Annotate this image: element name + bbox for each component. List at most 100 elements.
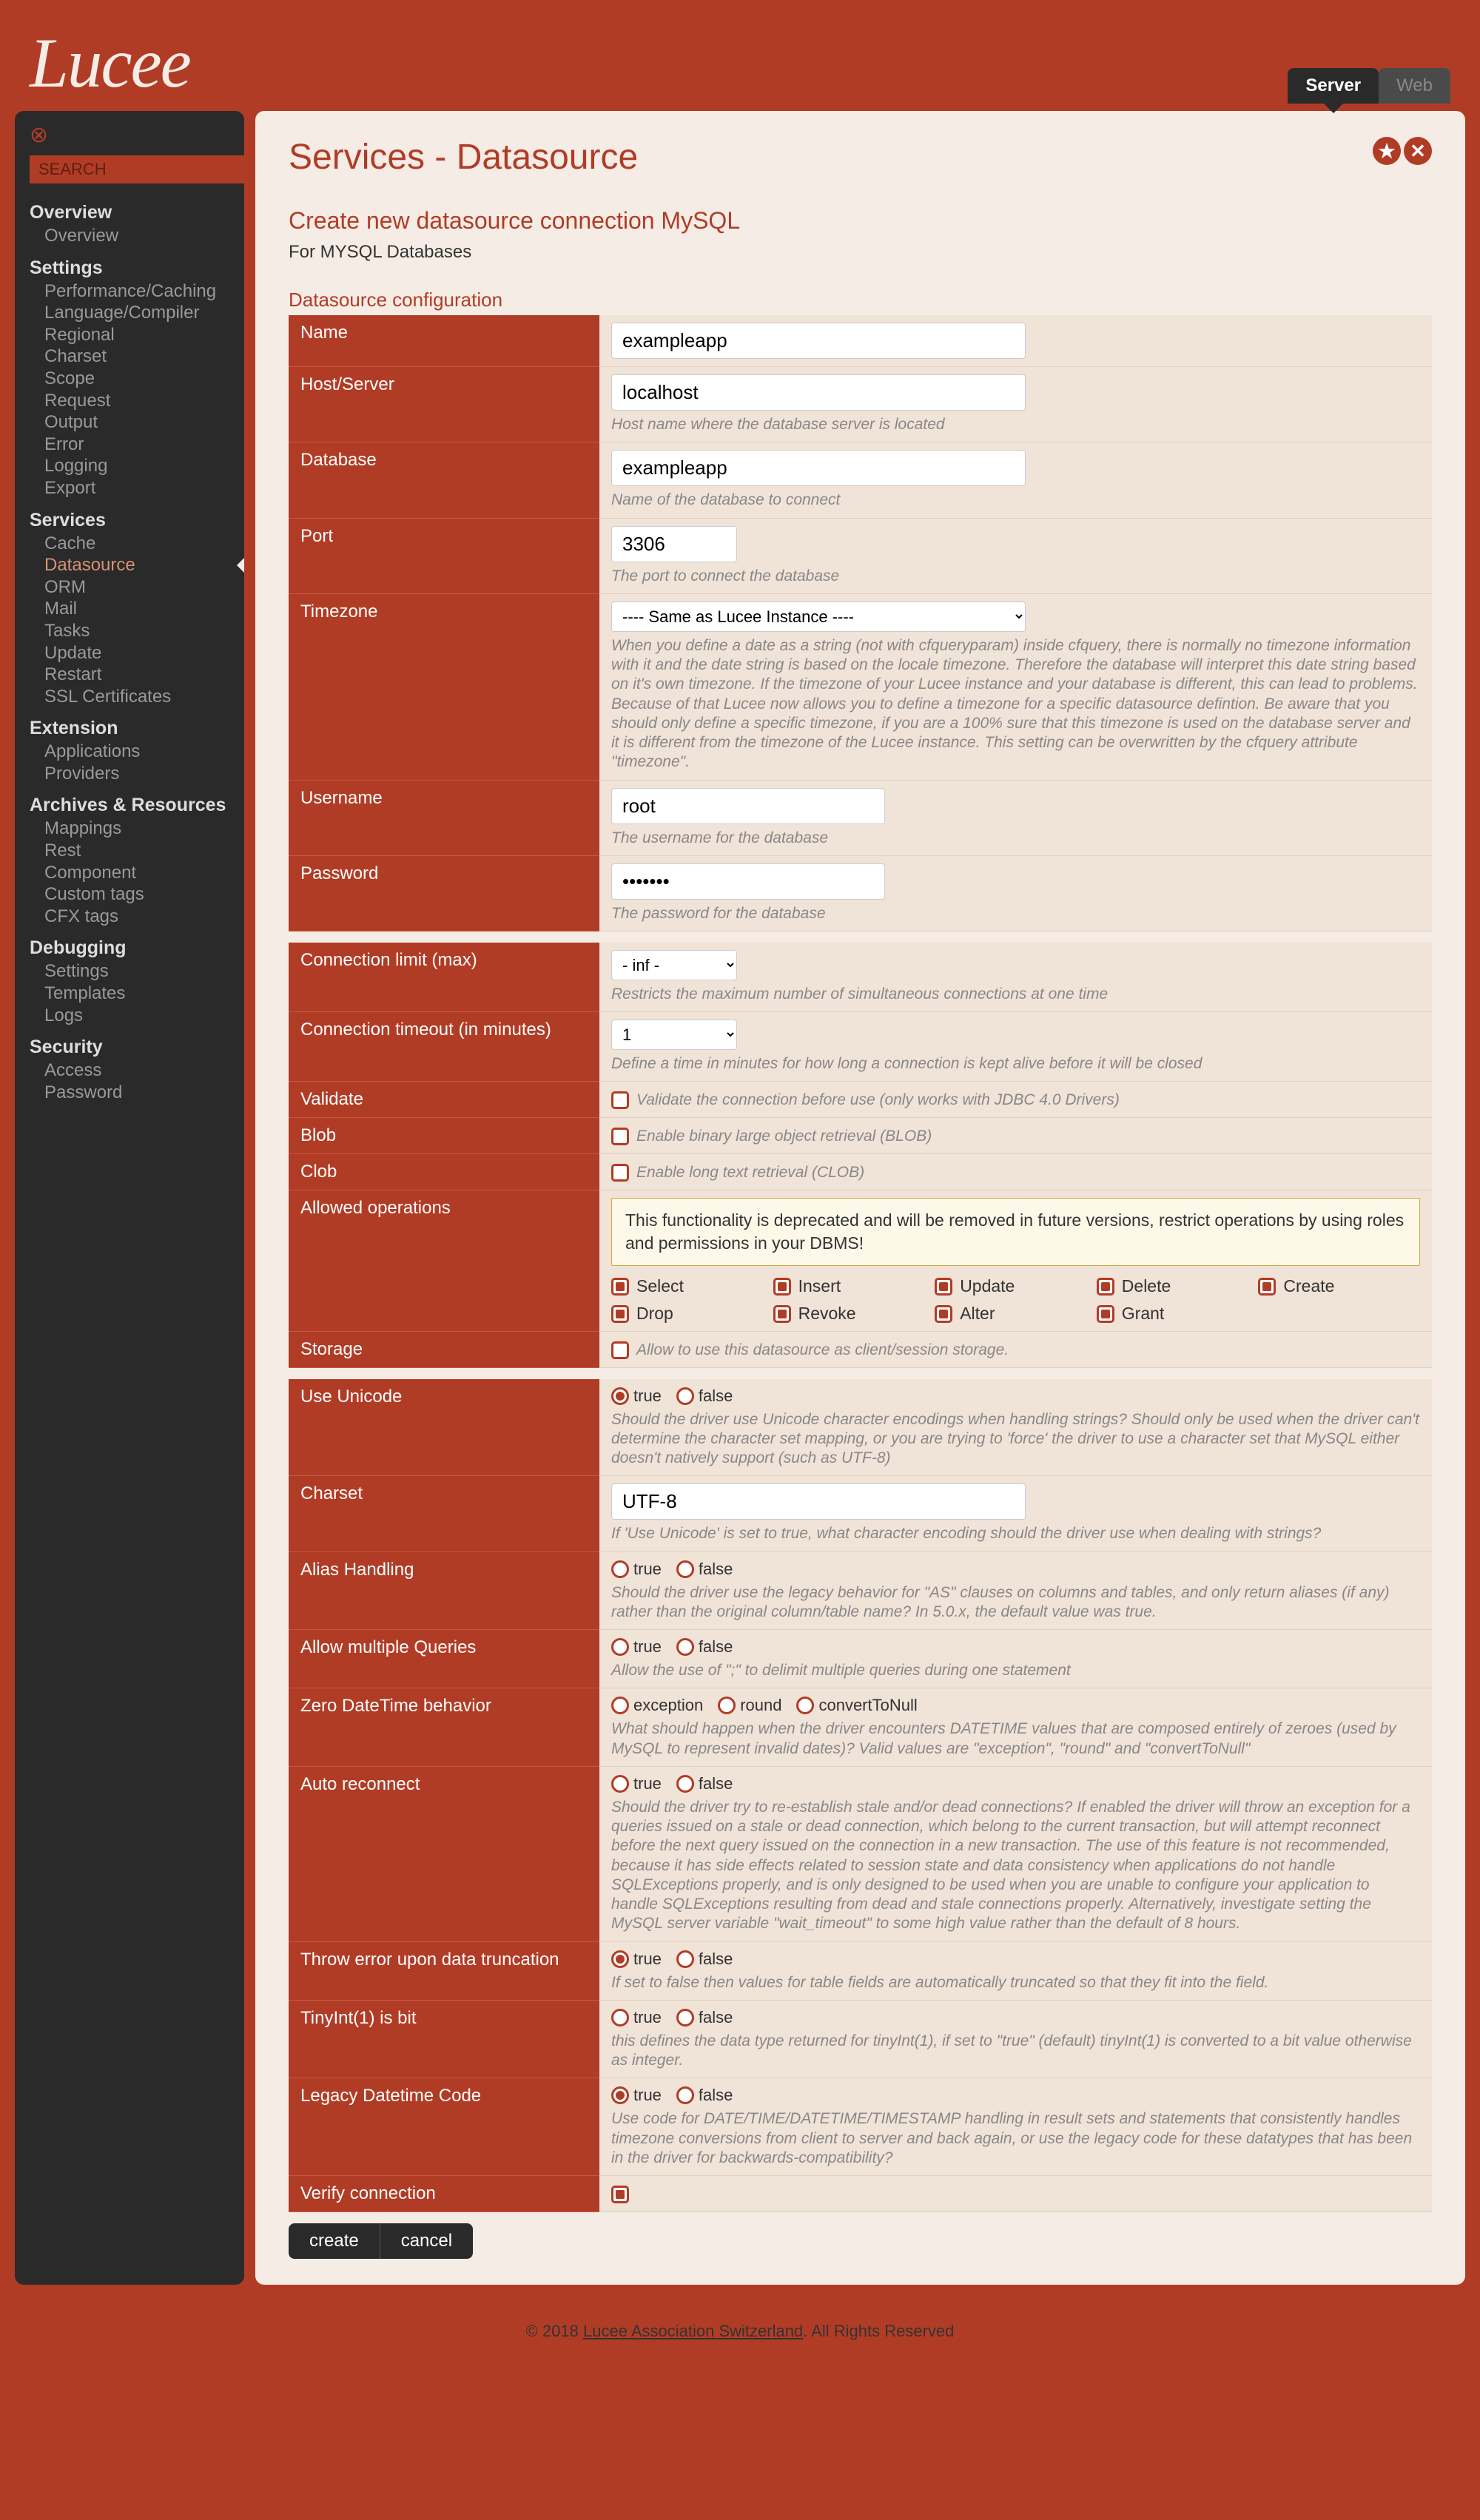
cancel-button[interactable]: cancel [380, 2223, 473, 2259]
unicode-true[interactable] [611, 1387, 629, 1405]
op-checkbox[interactable] [1258, 1278, 1276, 1296]
nav-item[interactable]: Error [30, 434, 229, 456]
nav-item[interactable]: Performance/Caching [30, 280, 229, 303]
tiny-true[interactable] [611, 2009, 629, 2027]
nav-item[interactable]: Custom tags [30, 883, 229, 906]
nav-head[interactable]: Overview [30, 198, 229, 225]
tab-web[interactable]: Web [1379, 68, 1450, 104]
form-table: Name Host/Server Host name where the dat… [289, 315, 1432, 2212]
nav-item[interactable]: Output [30, 411, 229, 434]
charset-input[interactable] [611, 1483, 1026, 1520]
hint: When you define a date as a string (not … [611, 636, 1420, 772]
conn-limit-select[interactable]: - inf - [611, 950, 737, 980]
nav-head[interactable]: Security [30, 1032, 229, 1059]
operations-grid: SelectInsertUpdateDeleteCreateDropRevoke… [611, 1276, 1420, 1324]
nav-item[interactable]: Restart [30, 664, 229, 686]
conn-timeout-select[interactable]: 1 [611, 1020, 737, 1050]
nav-item[interactable]: Mappings [30, 818, 229, 840]
tab-server[interactable]: Server [1288, 68, 1379, 104]
nav-item[interactable]: Access [30, 1059, 229, 1082]
label-verify: Verify connection [289, 2176, 599, 2212]
alias-true[interactable] [611, 1560, 629, 1578]
label-validate: Validate [289, 1082, 599, 1118]
nav-item[interactable]: ORM [30, 576, 229, 599]
clob-checkbox[interactable] [611, 1164, 629, 1182]
nav-item[interactable]: Tasks [30, 620, 229, 642]
trunc-false[interactable] [676, 1950, 694, 1968]
auto-true[interactable] [611, 1775, 629, 1793]
label-username: Username [289, 780, 599, 855]
validate-checkbox[interactable] [611, 1091, 629, 1109]
nav-item[interactable]: Providers [30, 763, 229, 785]
create-button[interactable]: create [289, 2223, 380, 2259]
footer-link[interactable]: Lucee Association Switzerland [583, 2322, 803, 2340]
nav-item[interactable]: Component [30, 862, 229, 884]
nav-item[interactable]: Language/Compiler [30, 302, 229, 324]
op-checkbox[interactable] [935, 1278, 952, 1296]
trunc-true[interactable] [611, 1950, 629, 1968]
zero-opt[interactable] [796, 1697, 814, 1714]
verify-checkbox[interactable] [611, 2186, 629, 2203]
nav-item[interactable]: Settings [30, 960, 229, 983]
name-input[interactable] [611, 323, 1026, 359]
password-input[interactable] [611, 863, 885, 900]
nav-item[interactable]: Password [30, 1082, 229, 1104]
nav-item[interactable]: Applications [30, 741, 229, 763]
nav-head[interactable]: Extension [30, 713, 229, 741]
op-checkbox[interactable] [935, 1305, 952, 1323]
nav-item[interactable]: SSL Certificates [30, 686, 229, 708]
alias-false[interactable] [676, 1560, 694, 1578]
op-checkbox[interactable] [1097, 1278, 1114, 1296]
nav-head[interactable]: Services [30, 505, 229, 533]
nav-item[interactable]: Logs [30, 1005, 229, 1027]
blob-checkbox[interactable] [611, 1128, 629, 1145]
zero-opt[interactable] [611, 1697, 629, 1714]
nav-head[interactable]: Debugging [30, 933, 229, 960]
nav-item[interactable]: Export [30, 477, 229, 499]
multi-false[interactable] [676, 1638, 694, 1656]
nav-item[interactable]: Overview [30, 225, 229, 247]
nav-item[interactable]: Datasource [30, 554, 229, 576]
hint: Should the driver use Unicode character … [611, 1410, 1420, 1469]
search-input[interactable] [30, 155, 260, 183]
label-name: Name [289, 315, 599, 367]
multi-true[interactable] [611, 1638, 629, 1656]
legacy-false[interactable] [676, 2086, 694, 2104]
host-input[interactable] [611, 374, 1026, 411]
nav-item[interactable]: CFX tags [30, 906, 229, 928]
username-input[interactable] [611, 788, 885, 824]
storage-checkbox[interactable] [611, 1341, 629, 1359]
nav-item[interactable]: Charset [30, 346, 229, 368]
nav-item[interactable]: Update [30, 642, 229, 664]
label-multi: Allow multiple Queries [289, 1630, 599, 1688]
nav-item[interactable]: Scope [30, 368, 229, 390]
op-checkbox[interactable] [611, 1305, 629, 1323]
zero-opt[interactable] [718, 1697, 736, 1714]
op-checkbox[interactable] [773, 1278, 791, 1296]
timezone-select[interactable]: ---- Same as Lucee Instance ---- [611, 602, 1026, 632]
label-unicode: Use Unicode [289, 1379, 599, 1476]
tiny-false[interactable] [676, 2009, 694, 2027]
op-checkbox[interactable] [611, 1278, 629, 1296]
legacy-true[interactable] [611, 2086, 629, 2104]
nav-item[interactable]: Rest [30, 840, 229, 862]
nav-item[interactable]: Templates [30, 983, 229, 1005]
nav-item[interactable]: Request [30, 390, 229, 412]
close-icon[interactable]: ✕ [1404, 137, 1432, 165]
page-title: Services - Datasource [289, 137, 1432, 178]
port-input[interactable] [611, 526, 737, 562]
auto-false[interactable] [676, 1775, 694, 1793]
context-tabs: Server Web [1288, 68, 1450, 104]
nav-head[interactable]: Settings [30, 253, 229, 280]
op-checkbox[interactable] [773, 1305, 791, 1323]
unicode-false[interactable] [676, 1387, 694, 1405]
label-storage: Storage [289, 1332, 599, 1368]
database-input[interactable] [611, 450, 1026, 486]
nav-item[interactable]: Cache [30, 533, 229, 555]
op-checkbox[interactable] [1097, 1305, 1114, 1323]
nav-item[interactable]: Logging [30, 455, 229, 477]
favorite-icon[interactable]: ★ [1373, 137, 1401, 165]
nav-item[interactable]: Regional [30, 324, 229, 346]
nav-item[interactable]: Mail [30, 598, 229, 620]
nav-head[interactable]: Archives & Resources [30, 790, 229, 818]
